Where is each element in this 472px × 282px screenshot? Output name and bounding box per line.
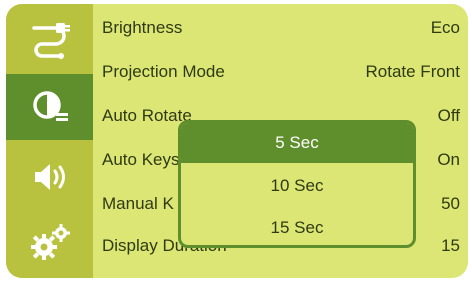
cable-icon bbox=[31, 23, 70, 59]
sidebar-item-audio[interactable] bbox=[6, 144, 93, 210]
menu-value: 15 bbox=[441, 236, 460, 255]
volume-icon bbox=[34, 164, 65, 190]
menu-label: Auto Rotate bbox=[102, 106, 192, 125]
menu-label: Brightness bbox=[102, 18, 183, 37]
menu-label: Manual K bbox=[102, 194, 174, 213]
popup-option-15-sec[interactable]: 15 Sec bbox=[181, 208, 413, 245]
popup-option-10-sec[interactable]: 10 Sec bbox=[181, 166, 413, 206]
gears-icon bbox=[30, 224, 70, 260]
menu-value: On bbox=[437, 150, 460, 169]
menu-value: Eco bbox=[430, 18, 460, 37]
menu-label: Projection Mode bbox=[102, 62, 225, 81]
duration-popup: 5 Sec 10 Sec 15 Sec bbox=[178, 120, 416, 248]
sidebar-item-picture[interactable] bbox=[6, 74, 93, 140]
menu-row-projection-mode[interactable]: Projection Mode Rotate Front bbox=[102, 52, 460, 92]
menu-value: Rotate Front bbox=[365, 62, 461, 81]
menu-label: Auto Keys bbox=[102, 150, 180, 169]
menu-value: Off bbox=[437, 106, 460, 125]
menu-value: 50 bbox=[441, 194, 460, 213]
sidebar bbox=[6, 4, 93, 278]
sidebar-item-settings[interactable] bbox=[6, 210, 93, 276]
popup-option-5-sec[interactable]: 5 Sec bbox=[181, 123, 413, 163]
projector-menu-screen: Brightness Eco Projection Mode Rotate Fr… bbox=[6, 4, 468, 278]
sidebar-item-connection[interactable] bbox=[6, 6, 93, 72]
menu-row-brightness[interactable]: Brightness Eco bbox=[102, 8, 460, 48]
picture-settings-icon bbox=[32, 91, 68, 121]
